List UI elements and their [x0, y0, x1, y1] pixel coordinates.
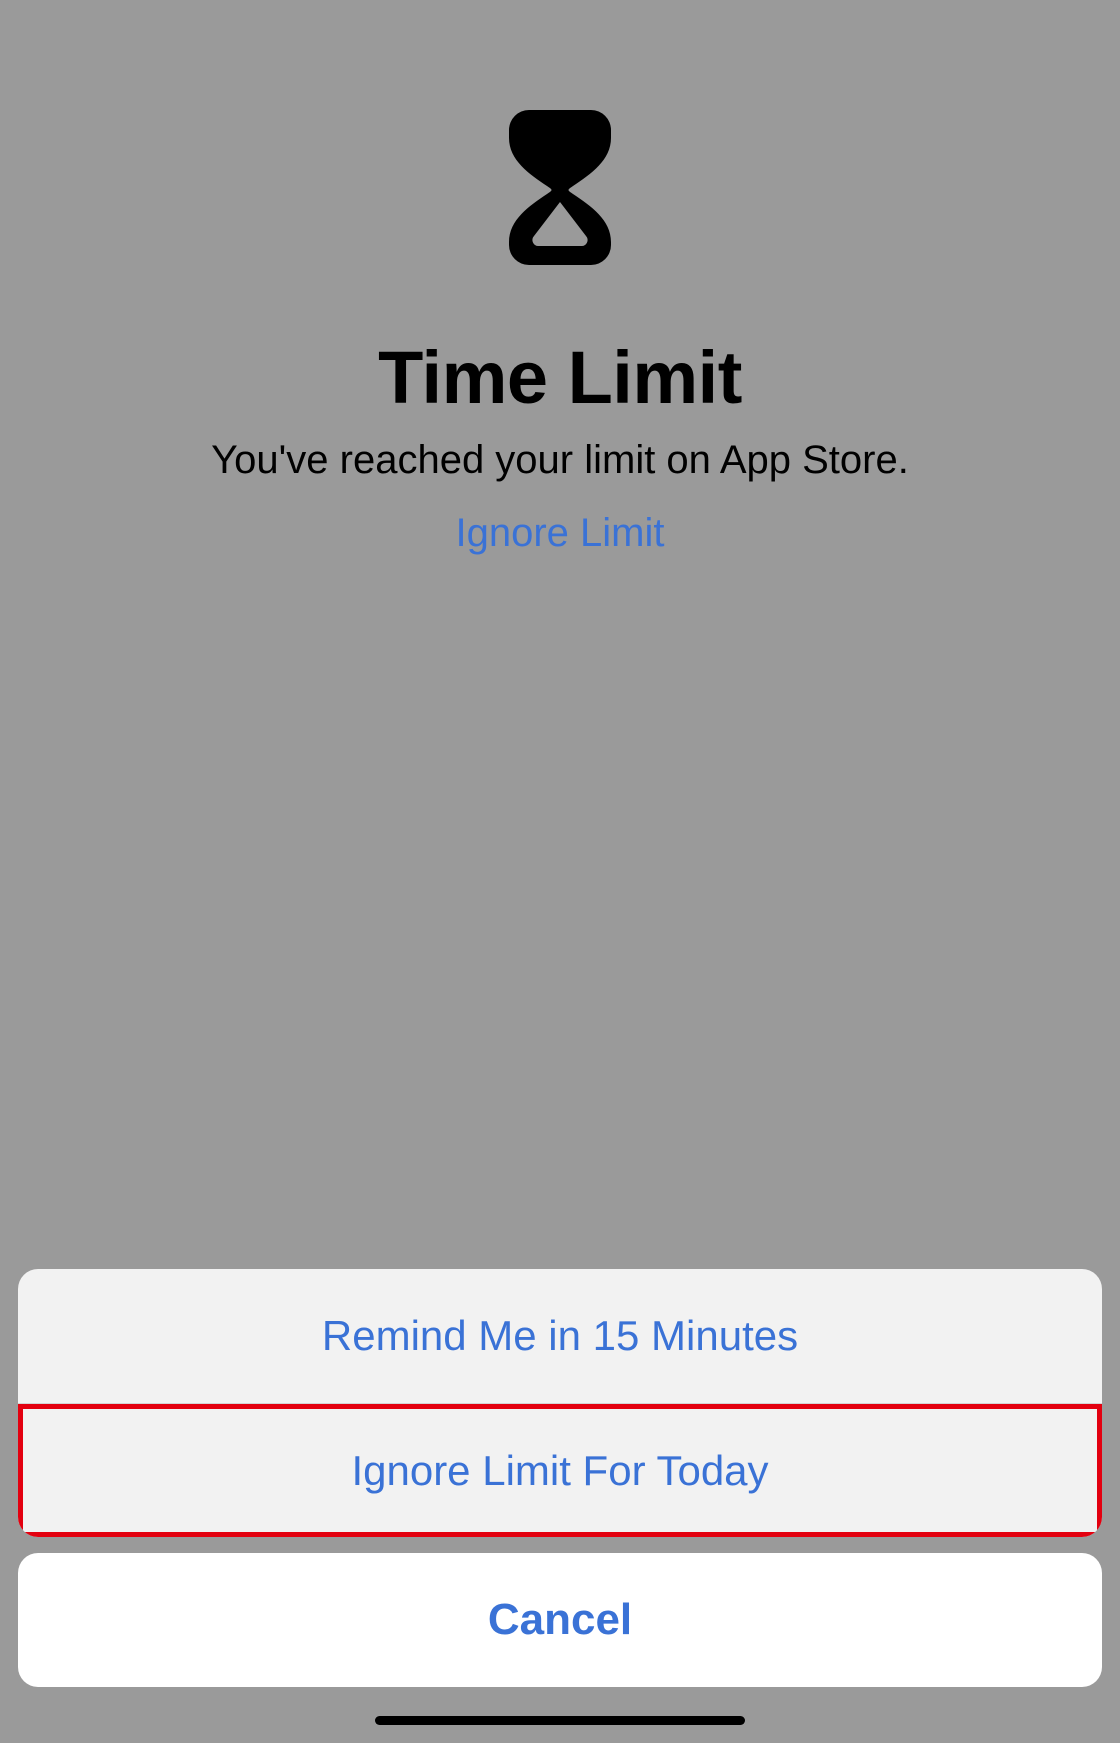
remind-15-minutes-button[interactable]: Remind Me in 15 Minutes — [18, 1269, 1102, 1403]
ignore-limit-today-button[interactable]: Ignore Limit For Today — [18, 1403, 1102, 1537]
action-sheet-options: Remind Me in 15 Minutes Ignore Limit For… — [18, 1269, 1102, 1537]
time-limit-content: Time Limit You've reached your limit on … — [0, 0, 1120, 556]
cancel-button[interactable]: Cancel — [18, 1553, 1102, 1687]
option-label: Remind Me in 15 Minutes — [322, 1312, 798, 1360]
hourglass-icon — [505, 110, 615, 265]
option-label: Ignore Limit For Today — [351, 1447, 768, 1495]
action-sheet: Remind Me in 15 Minutes Ignore Limit For… — [18, 1269, 1102, 1687]
limit-message: You've reached your limit on App Store. — [211, 438, 909, 483]
cancel-label: Cancel — [488, 1595, 632, 1645]
ignore-limit-link[interactable]: Ignore Limit — [456, 511, 665, 556]
page-title: Time Limit — [378, 335, 742, 420]
home-indicator — [375, 1716, 745, 1725]
